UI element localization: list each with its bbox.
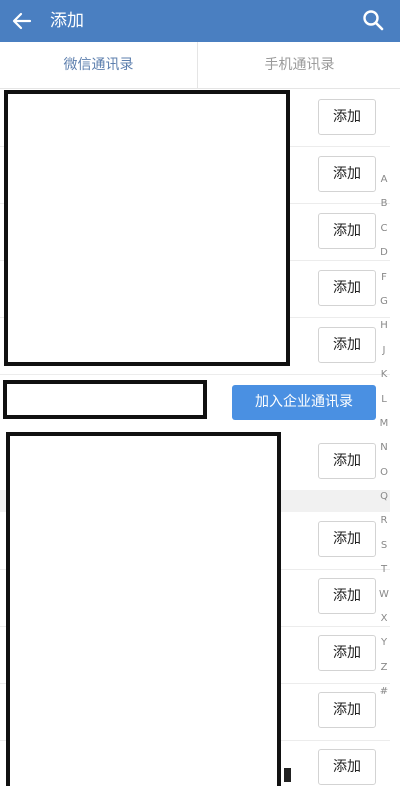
redacted-contact-name bbox=[3, 380, 207, 419]
redacted-contact-list bbox=[4, 90, 290, 366]
index-letter[interactable]: R bbox=[372, 509, 396, 533]
index-letter[interactable]: M bbox=[372, 412, 396, 436]
add-button[interactable]: 添加 bbox=[318, 213, 376, 249]
add-button[interactable]: 添加 bbox=[318, 635, 376, 671]
add-button[interactable]: 添加 bbox=[318, 692, 376, 728]
add-button[interactable]: 添加 bbox=[318, 749, 376, 785]
index-letter[interactable]: L bbox=[372, 388, 396, 412]
index-letter[interactable]: X bbox=[372, 607, 396, 631]
tab-wechat-contacts[interactable]: 微信通讯录 bbox=[0, 42, 197, 88]
index-letter[interactable]: C bbox=[372, 217, 396, 241]
index-letter[interactable]: Z bbox=[372, 656, 396, 680]
index-letter[interactable]: W bbox=[372, 583, 396, 607]
arrow-left-icon[interactable] bbox=[10, 9, 34, 33]
index-letter[interactable]: J bbox=[372, 339, 396, 363]
index-letter[interactable]: N bbox=[372, 436, 396, 460]
index-letter[interactable]: # bbox=[372, 680, 396, 704]
add-button[interactable]: 添加 bbox=[318, 521, 376, 557]
index-letter[interactable]: Q bbox=[372, 485, 396, 509]
add-button[interactable]: 添加 bbox=[318, 443, 376, 479]
index-letter[interactable]: D bbox=[372, 241, 396, 265]
index-letter[interactable]: Y bbox=[372, 631, 396, 655]
tab-phone-contacts[interactable]: 手机通讯录 bbox=[197, 42, 400, 88]
index-letter[interactable]: H bbox=[372, 314, 396, 338]
index-letter[interactable]: K bbox=[372, 363, 396, 387]
index-letter[interactable]: O bbox=[372, 461, 396, 485]
index-letter[interactable]: G bbox=[372, 290, 396, 314]
add-button[interactable]: 添加 bbox=[318, 270, 376, 306]
add-button[interactable]: 添加 bbox=[318, 99, 376, 135]
index-letter[interactable]: B bbox=[372, 192, 396, 216]
scroll-indicator bbox=[284, 768, 291, 782]
top-bar: 添加 bbox=[0, 0, 400, 42]
index-letter[interactable]: A bbox=[372, 168, 396, 192]
index-letter[interactable]: F bbox=[372, 266, 396, 290]
add-button[interactable]: 添加 bbox=[318, 327, 376, 363]
add-button[interactable]: 添加 bbox=[318, 578, 376, 614]
redacted-contact-list bbox=[6, 432, 281, 786]
index-letter[interactable]: S bbox=[372, 534, 396, 558]
add-button[interactable]: 添加 bbox=[318, 156, 376, 192]
search-icon[interactable] bbox=[360, 7, 386, 33]
page-title: 添加 bbox=[50, 11, 84, 31]
alphabet-index[interactable]: A B C D F G H J K L M N O Q R S T W X Y … bbox=[372, 168, 396, 705]
index-letter[interactable]: T bbox=[372, 558, 396, 582]
join-enterprise-contacts-button[interactable]: 加入企业通讯录 bbox=[232, 385, 376, 420]
tab-bar: 微信通讯录 手机通讯录 bbox=[0, 42, 400, 89]
